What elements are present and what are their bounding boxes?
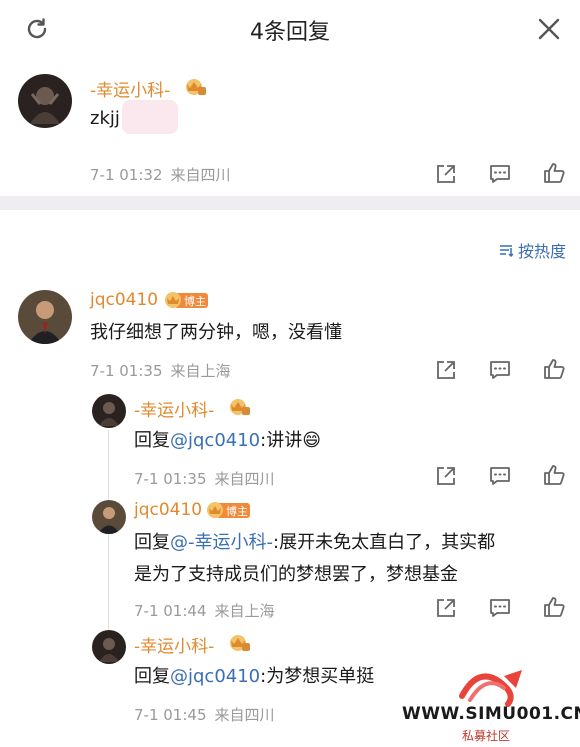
thread-line xyxy=(108,430,109,640)
like-icon[interactable] xyxy=(542,357,566,381)
reply-text: 回复@jqc0410:讲讲😄 xyxy=(134,426,321,452)
sort-button[interactable]: 按热度 xyxy=(498,238,566,262)
comment-text: zkjj xyxy=(90,108,120,129)
comment-icon[interactable] xyxy=(488,162,512,186)
watermark-url: WWW.SIMU001.CN xyxy=(402,704,580,724)
username[interactable]: jqc0410 xyxy=(90,290,158,310)
username[interactable]: -幸运小科- xyxy=(134,632,214,657)
mention-link[interactable]: @jqc0410 xyxy=(170,666,260,687)
reply-meta: 7-1 01:35 来自四川 xyxy=(134,468,275,489)
comment-icon[interactable] xyxy=(488,358,512,382)
crown-badge-icon xyxy=(230,399,250,415)
comment-icon[interactable] xyxy=(488,596,512,620)
watermark-subtitle: 私募社区 xyxy=(462,729,511,743)
badge-label: 博主 xyxy=(184,295,206,308)
username[interactable]: -幸运小科- xyxy=(134,396,214,421)
comment-text: 我仔细想了两分钟，嗯，没看懂 xyxy=(90,322,342,343)
close-icon[interactable] xyxy=(536,16,562,42)
reply-body: :展开未免太直白了，其实都 xyxy=(273,532,496,553)
reply-prefix: 回复 xyxy=(134,532,170,553)
section-divider xyxy=(0,196,580,210)
reply-prefix: 回复 xyxy=(134,430,170,451)
reply-source: 来自上海 xyxy=(214,602,275,620)
share-icon[interactable] xyxy=(434,162,458,186)
avatar[interactable] xyxy=(18,290,72,344)
comment-date: 7-1 01:35 xyxy=(90,362,163,380)
header: 4条回复 xyxy=(0,0,580,58)
avatar[interactable] xyxy=(92,500,126,534)
comment-date: 7-1 01:32 xyxy=(90,166,163,184)
sort-icon xyxy=(499,245,514,258)
crown-badge-icon xyxy=(186,79,206,95)
reply-meta: 7-1 01:44 来自上海 xyxy=(134,600,275,621)
reply-body: :为梦想买单挺 xyxy=(260,666,375,687)
comment-icon[interactable] xyxy=(488,464,512,488)
reply-source: 来自四川 xyxy=(214,470,275,488)
share-icon[interactable] xyxy=(434,358,458,382)
avatar[interactable] xyxy=(92,394,126,428)
reply-body: :讲讲😄 xyxy=(260,430,321,451)
avatar[interactable] xyxy=(92,630,126,664)
share-icon[interactable] xyxy=(434,464,458,488)
like-icon[interactable] xyxy=(542,161,566,185)
reply-text: 回复@-幸运小科-:展开未免太直白了，其实都 xyxy=(134,528,495,554)
comment-source: 来自上海 xyxy=(170,362,231,380)
comment-source: 来自四川 xyxy=(170,166,231,184)
reply-source: 来自四川 xyxy=(214,706,275,724)
comment-meta: 7-1 01:32 来自四川 xyxy=(90,164,231,185)
avatar[interactable] xyxy=(18,74,72,128)
reply-text: 回复@jqc0410:为梦想买单挺 xyxy=(134,662,374,688)
comment-meta: 7-1 01:35 来自上海 xyxy=(90,360,231,381)
mention-link[interactable]: @-幸运小科- xyxy=(170,532,273,553)
crown-badge-icon xyxy=(230,635,250,651)
blogger-badge: 博主 xyxy=(162,290,210,310)
sort-label: 按热度 xyxy=(517,242,566,261)
like-icon[interactable] xyxy=(542,463,566,487)
username[interactable]: -幸运小科- xyxy=(90,76,170,101)
blogger-badge: 博主 xyxy=(204,500,252,520)
like-icon[interactable] xyxy=(542,595,566,619)
mention-link[interactable]: @jqc0410 xyxy=(170,430,260,451)
reply-meta: 7-1 01:45 来自四川 xyxy=(134,704,275,725)
reply-text-line2: 是为了支持成员们的梦想罢了，梦想基金 xyxy=(134,564,458,585)
username[interactable]: jqc0410 xyxy=(134,500,202,520)
page-title: 4条回复 xyxy=(250,20,330,45)
reply-date: 7-1 01:45 xyxy=(134,706,207,724)
badge-label: 博主 xyxy=(226,505,248,518)
reply-date: 7-1 01:35 xyxy=(134,470,207,488)
blurred-region xyxy=(122,100,178,134)
share-icon[interactable] xyxy=(434,596,458,620)
reply-date: 7-1 01:44 xyxy=(134,602,207,620)
reply-prefix: 回复 xyxy=(134,666,170,687)
